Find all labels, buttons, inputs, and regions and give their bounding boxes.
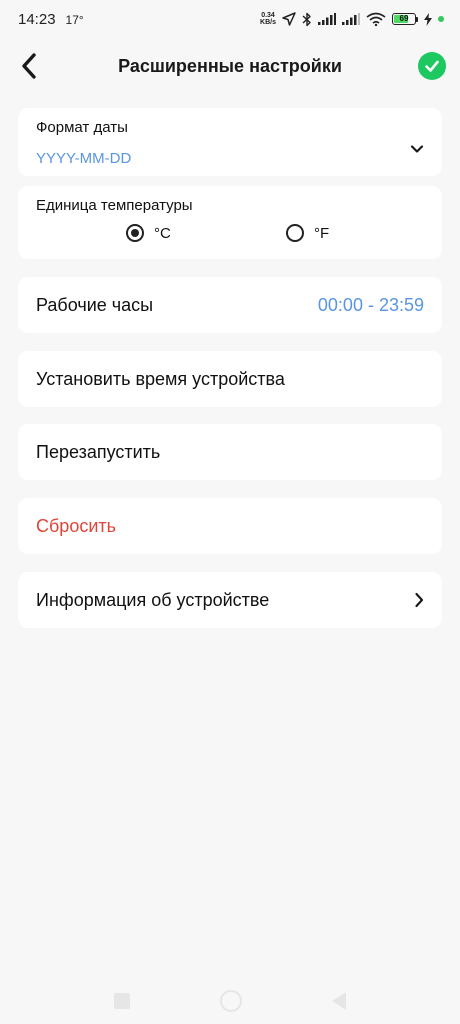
radio-celsius[interactable]: °C: [126, 224, 171, 242]
reset-row[interactable]: Сбросить: [18, 498, 442, 554]
status-bar: 14:23 17° 0.34 KB/s 69: [0, 0, 460, 38]
radio-button-unchecked: [286, 224, 304, 242]
net-speed: 0.34 KB/s: [260, 12, 276, 26]
date-format-select[interactable]: Формат даты YYYY-MM-DD: [18, 108, 442, 176]
radio-button-checked: [126, 224, 144, 242]
status-time: 14:23: [18, 10, 56, 28]
net-speed-value: 0.34: [261, 12, 275, 19]
working-hours-label: Рабочие часы: [36, 294, 154, 315]
set-device-time-row[interactable]: Установить время устройства: [18, 351, 442, 407]
battery-level: 69: [399, 14, 409, 23]
home-icon[interactable]: [220, 990, 242, 1012]
system-nav-bar: [0, 978, 460, 1024]
back-button[interactable]: [14, 50, 44, 82]
check-icon: [425, 60, 439, 72]
bluetooth-icon: [302, 12, 311, 26]
header: Расширенные настройки: [0, 40, 460, 92]
page-title: Расширенные настройки: [118, 55, 342, 76]
back-triangle-icon[interactable]: [332, 992, 346, 1010]
confirm-button[interactable]: [418, 52, 446, 80]
set-device-time-label: Установить время устройства: [36, 368, 285, 389]
signal-icon-2: [342, 13, 360, 25]
location-icon: [282, 12, 296, 26]
wifi-icon: [366, 12, 386, 26]
radio-fahrenheit[interactable]: °F: [286, 224, 329, 242]
restart-row[interactable]: Перезапустить: [18, 424, 442, 480]
signal-icon: [318, 13, 336, 25]
device-info-row[interactable]: Информация об устройстве: [18, 572, 442, 628]
radio-fahrenheit-label: °F: [314, 224, 330, 242]
working-hours-row[interactable]: Рабочие часы 00:00 - 23:59: [18, 277, 442, 333]
recent-apps-icon[interactable]: [114, 993, 130, 1009]
date-format-label: Формат даты: [36, 119, 128, 136]
privacy-indicator-dot: [438, 16, 444, 22]
temperature-unit-card: Единица температуры °C °F: [18, 186, 442, 259]
chevron-down-icon: [410, 145, 424, 153]
reset-label: Сбросить: [36, 515, 117, 536]
restart-label: Перезапустить: [36, 441, 161, 462]
battery-icon: 69: [392, 13, 418, 25]
working-hours-value: 00:00 - 23:59: [317, 294, 424, 315]
temperature-unit-label: Единица температуры: [36, 197, 193, 214]
charging-icon: [424, 12, 432, 26]
net-speed-unit: KB/s: [260, 19, 276, 26]
radio-celsius-label: °C: [154, 224, 171, 242]
device-info-label: Информация об устройстве: [36, 589, 270, 610]
date-format-value: YYYY-MM-DD: [36, 150, 132, 167]
status-temperature: 17°: [65, 12, 84, 27]
chevron-left-icon: [22, 53, 36, 79]
chevron-right-icon: [415, 592, 424, 608]
